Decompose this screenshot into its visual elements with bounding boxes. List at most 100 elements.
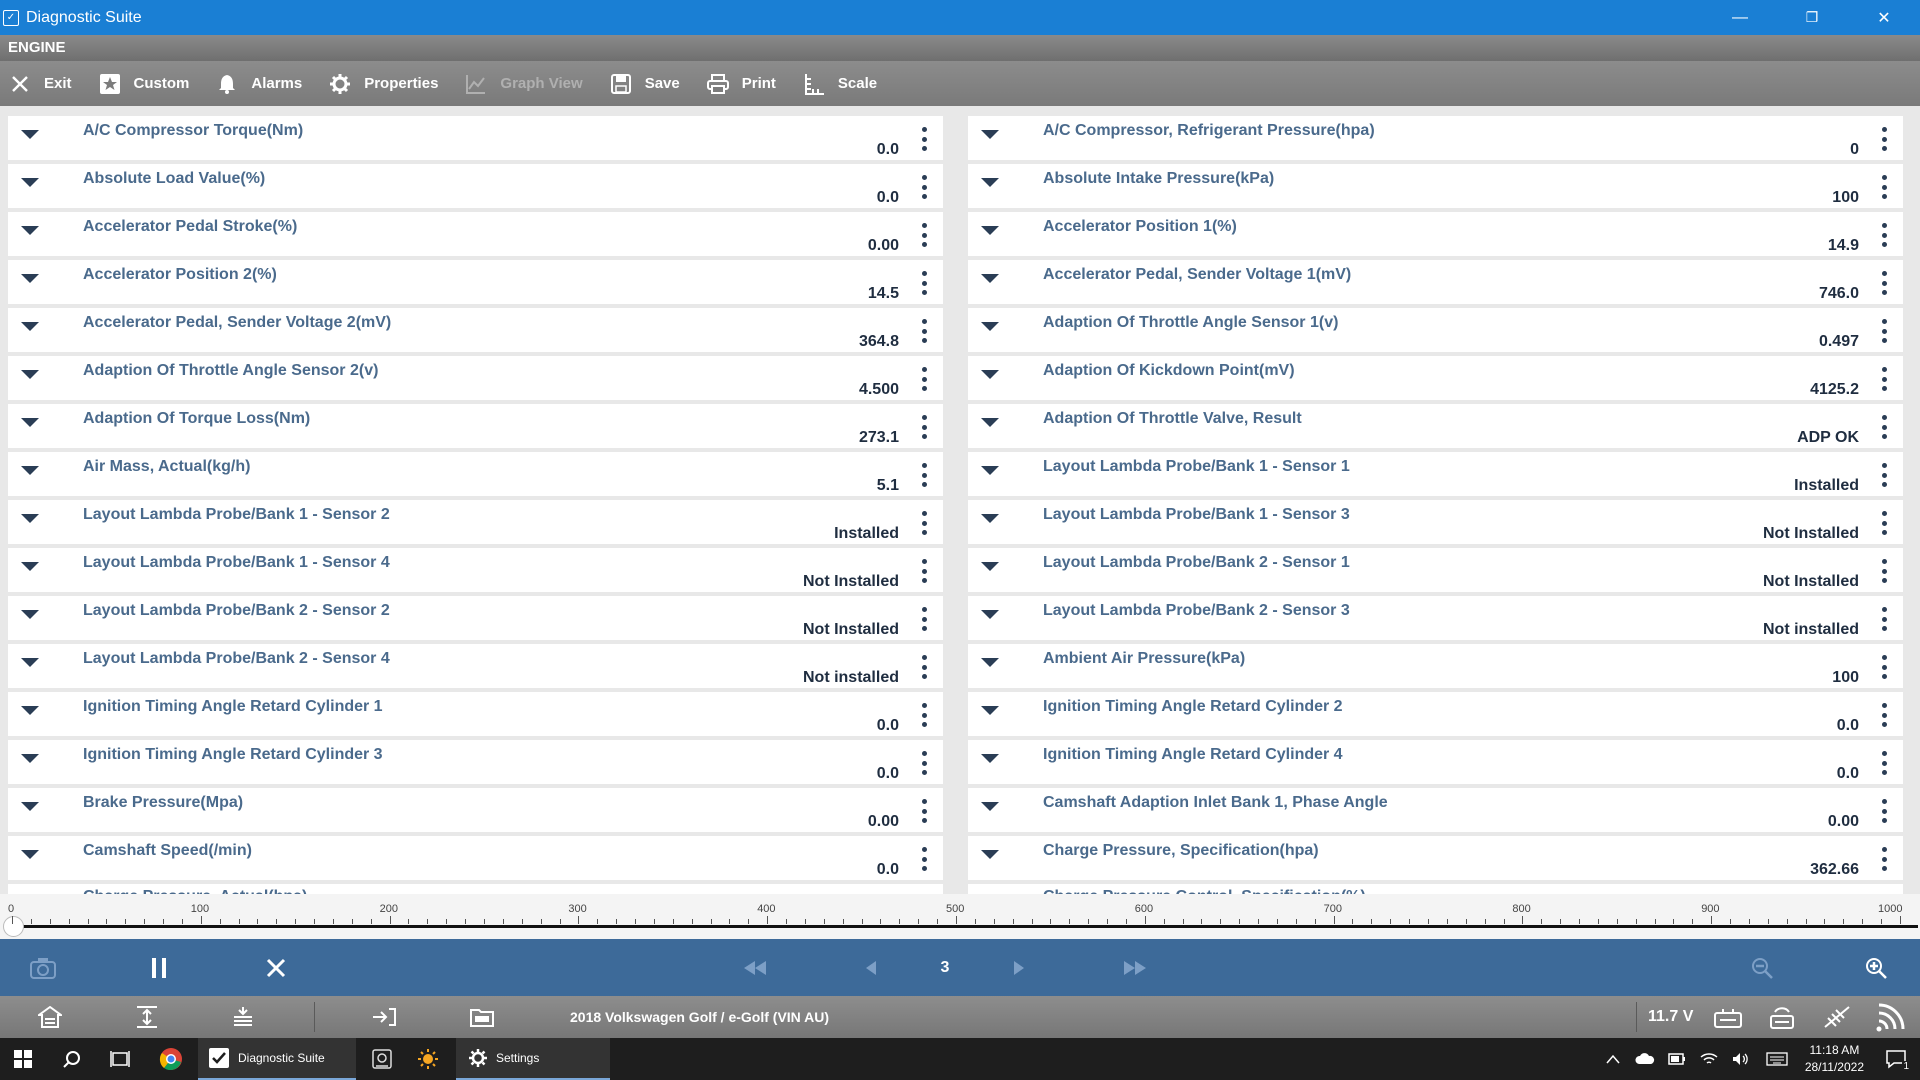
parameter-row[interactable]: Ignition Timing Angle Retard Cylinder 1 0… [8,692,943,736]
more-options-icon[interactable] [922,799,927,823]
chevron-down-icon[interactable] [21,370,39,379]
more-options-icon[interactable] [1882,415,1887,439]
chevron-down-icon[interactable] [981,706,999,715]
more-options-icon[interactable] [1882,367,1887,391]
more-options-icon[interactable] [1882,127,1887,151]
tray-chevron-up-icon[interactable] [1600,1038,1626,1080]
properties-button[interactable]: Properties [328,61,438,106]
more-options-icon[interactable] [922,223,927,247]
zoom-in-button[interactable] [1864,939,1888,996]
volume-icon[interactable] [1728,1038,1754,1080]
system-clock[interactable]: 11:18 AM 28/11/2022 [1805,1042,1864,1076]
more-options-icon[interactable] [1882,607,1887,631]
more-options-icon[interactable] [1882,559,1887,583]
save-button[interactable]: Save [609,61,680,106]
parameter-row[interactable]: Adaption Of Torque Loss(Nm) 273.1 [8,404,943,448]
first-page-button[interactable] [742,939,768,996]
chevron-down-icon[interactable] [21,178,39,187]
parameter-row[interactable]: Layout Lambda Probe/Bank 1 - Sensor 4 Not… [8,548,943,592]
more-options-icon[interactable] [1882,271,1887,295]
taskbar-chrome[interactable] [148,1038,194,1080]
alarms-button[interactable]: Alarms [215,61,302,106]
chevron-down-icon[interactable] [21,706,39,715]
chevron-down-icon[interactable] [21,418,39,427]
more-options-icon[interactable] [1882,703,1887,727]
chevron-down-icon[interactable] [21,658,39,667]
more-options-icon[interactable] [922,511,927,535]
next-page-button[interactable] [1012,939,1026,996]
parameter-row[interactable]: Charge Pressure Control, Specification(%… [968,884,1903,894]
more-options-icon[interactable] [1882,463,1887,487]
taskbar-tool-app[interactable] [360,1038,404,1080]
minimize-button[interactable]: — [1704,0,1776,35]
more-options-icon[interactable] [1882,319,1887,343]
more-options-icon[interactable] [922,415,927,439]
close-window-button[interactable]: ✕ [1848,0,1920,35]
more-options-icon[interactable] [922,847,927,871]
more-options-icon[interactable] [1882,847,1887,871]
parameter-row[interactable]: Charge Pressure, Actual(hpa) [8,884,943,894]
parameter-row[interactable]: Camshaft Adaption Inlet Bank 1, Phase An… [968,788,1903,832]
more-options-icon[interactable] [1882,751,1887,775]
chevron-down-icon[interactable] [21,850,39,859]
chevron-down-icon[interactable] [21,226,39,235]
more-options-icon[interactable] [922,655,927,679]
chevron-down-icon[interactable] [981,274,999,283]
parameter-row[interactable]: Accelerator Position 1(%) 14.9 [968,212,1903,256]
parameter-row[interactable]: Adaption Of Throttle Angle Sensor 2(v) 4.… [8,356,943,400]
parameter-row[interactable]: Charge Pressure, Specification(hpa) 362.6… [968,836,1903,880]
parameter-row[interactable]: Layout Lambda Probe/Bank 2 - Sensor 2 Not… [8,596,943,640]
parameter-row[interactable]: Camshaft Speed(/min) 0.0 [8,836,943,880]
usb-disconnected-icon[interactable] [1822,996,1852,1038]
parameter-row[interactable]: Accelerator Pedal, Sender Voltage 2(mV) 3… [8,308,943,352]
timeline-slider-knob[interactable] [3,916,24,937]
graph-view-button[interactable]: Graph View [464,61,583,106]
previous-page-button[interactable] [864,939,878,996]
parameter-row[interactable]: A/C Compressor, Refrigerant Pressure(hpa… [968,116,1903,160]
chevron-down-icon[interactable] [21,610,39,619]
zoom-out-button[interactable] [1750,939,1774,996]
home-button[interactable] [38,996,62,1038]
chevron-down-icon[interactable] [981,514,999,523]
chevron-down-icon[interactable] [981,850,999,859]
chevron-down-icon[interactable] [21,754,39,763]
chevron-down-icon[interactable] [21,274,39,283]
taskbar-diagnostic-suite[interactable]: Diagnostic Suite [198,1038,356,1080]
wifi-signal-icon[interactable] [1876,996,1910,1038]
stop-button[interactable] [264,939,288,996]
parameter-row[interactable]: Accelerator Position 2(%) 14.5 [8,260,943,304]
chevron-down-icon[interactable] [21,802,39,811]
parameter-row[interactable]: Layout Lambda Probe/Bank 2 - Sensor 3 Not… [968,596,1903,640]
parameter-row[interactable]: Adaption Of Throttle Valve, Result ADP OK [968,404,1903,448]
parameter-row[interactable]: Air Mass, Actual(kg/h) 5.1 [8,452,943,496]
chevron-down-icon[interactable] [981,802,999,811]
chevron-down-icon[interactable] [21,514,39,523]
parameter-row[interactable]: Adaption Of Throttle Angle Sensor 1(v) 0.… [968,308,1903,352]
taskbar-sun-app[interactable] [406,1038,450,1080]
keyboard-icon[interactable] [1762,1038,1792,1080]
print-button[interactable]: Print [706,61,776,106]
more-options-icon[interactable] [1882,655,1887,679]
collapse-all-button[interactable] [232,996,254,1038]
more-options-icon[interactable] [922,175,927,199]
more-options-icon[interactable] [922,751,927,775]
pause-button[interactable] [146,939,172,996]
scale-button[interactable]: Scale [802,61,877,106]
chevron-down-icon[interactable] [981,754,999,763]
parameter-row[interactable]: Layout Lambda Probe/Bank 1 - Sensor 3 Not… [968,500,1903,544]
parameter-row[interactable]: Absolute Load Value(%) 0.0 [8,164,943,208]
more-options-icon[interactable] [922,319,927,343]
more-options-icon[interactable] [1882,223,1887,247]
snapshot-button[interactable] [26,939,60,996]
wifi-icon[interactable] [1696,1038,1722,1080]
chevron-down-icon[interactable] [981,418,999,427]
task-view-button[interactable] [98,1038,142,1080]
chevron-down-icon[interactable] [981,658,999,667]
more-options-icon[interactable] [922,367,927,391]
search-button[interactable] [50,1038,94,1080]
chevron-down-icon[interactable] [981,562,999,571]
vci-connection-icon[interactable] [1714,996,1742,1038]
more-options-icon[interactable] [1882,175,1887,199]
parameter-row[interactable]: Accelerator Pedal Stroke(%) 0.00 [8,212,943,256]
more-options-icon[interactable] [922,271,927,295]
